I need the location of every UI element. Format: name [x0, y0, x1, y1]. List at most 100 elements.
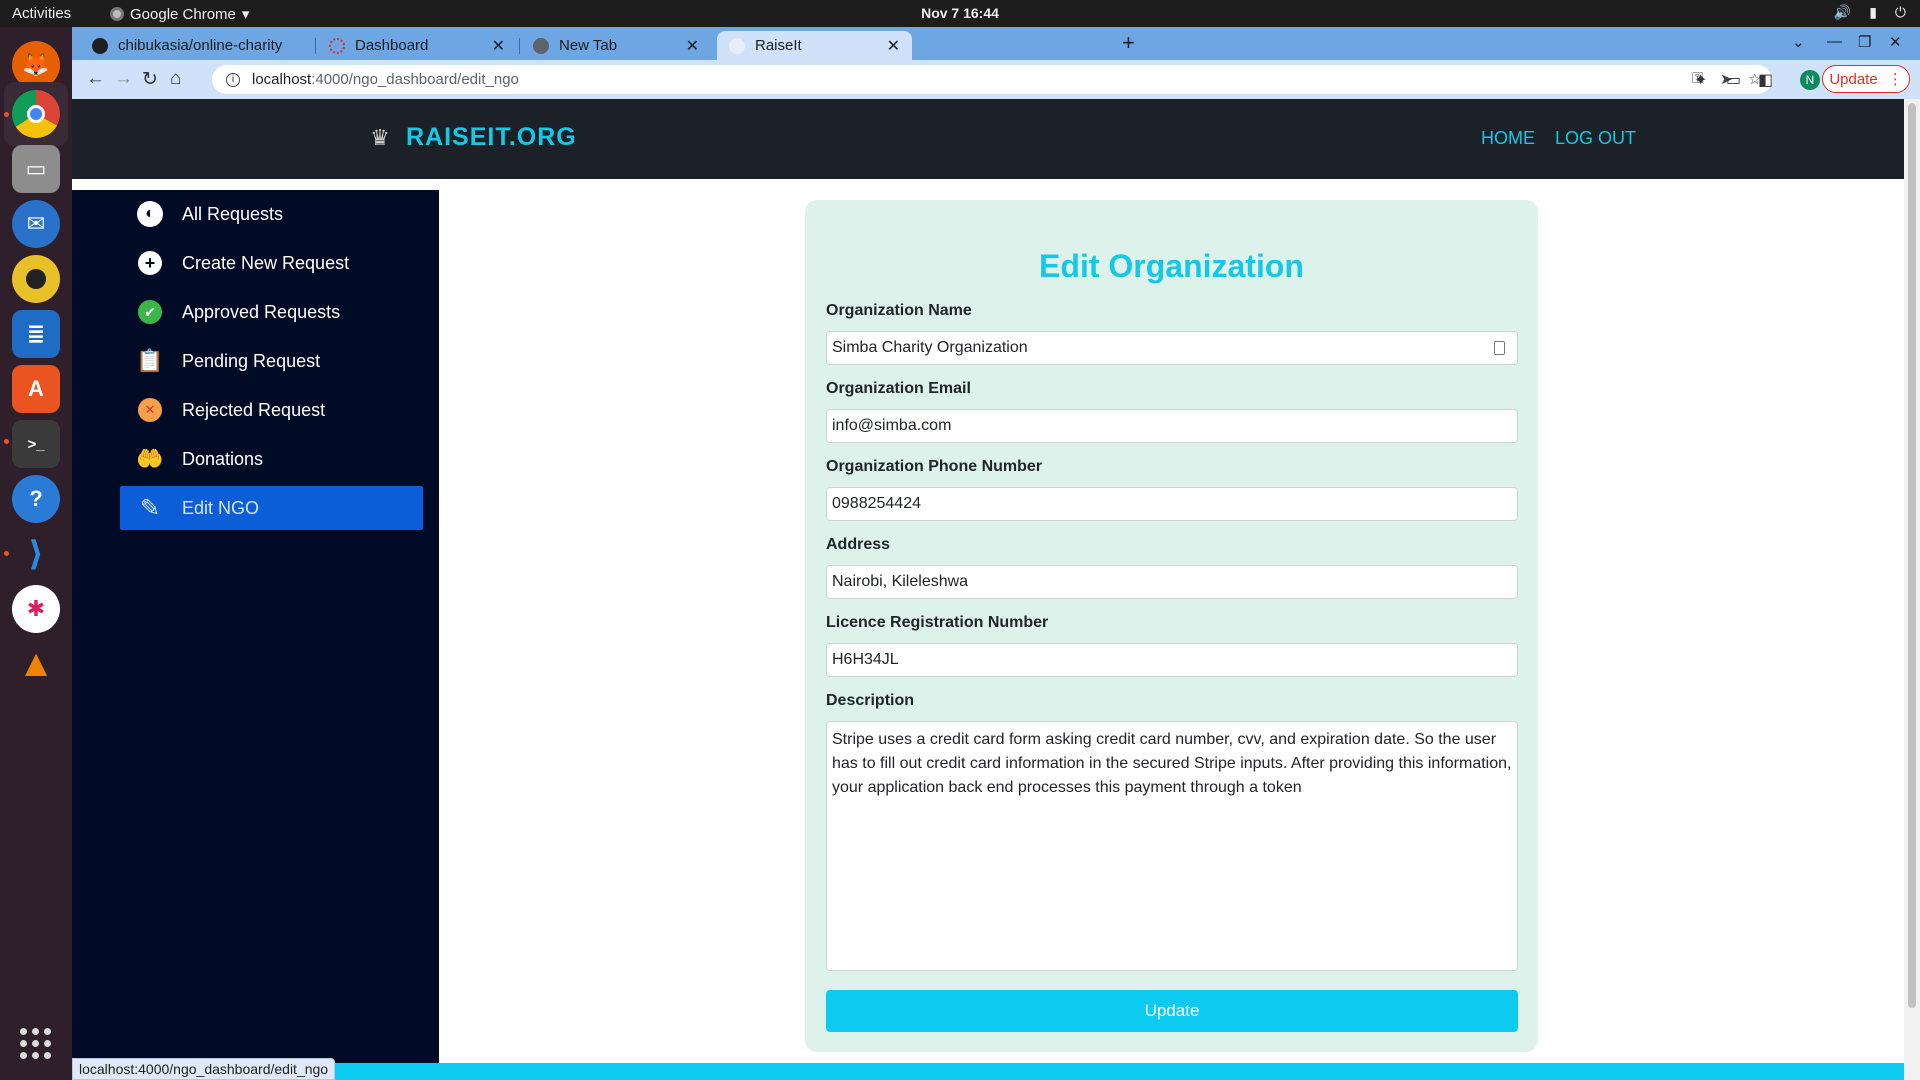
- sidebar-item-approved-requests[interactable]: ✔ Approved Requests: [120, 290, 423, 334]
- chrome-icon: [533, 37, 549, 54]
- nav-home-link[interactable]: HOME: [1481, 128, 1535, 149]
- sidebar-item-label: Pending Request: [182, 350, 321, 371]
- tab-github[interactable]: chibukasia/online-charity: [80, 31, 312, 60]
- more-menu-icon: ⋮: [1887, 71, 1903, 88]
- tab-search-icon[interactable]: ⌄: [1792, 33, 1805, 51]
- sidebar-item-create-new-request[interactable]: + Create New Request: [120, 241, 423, 285]
- chrome-update-button[interactable]: Update ⋮: [1822, 65, 1910, 93]
- new-tab-button[interactable]: +: [1122, 30, 1135, 56]
- sidebar-item-rejected-request[interactable]: ✕ Rejected Request: [120, 388, 423, 432]
- update-label: Update: [1829, 70, 1878, 88]
- org-name-input[interactable]: Simba Charity Organization: [826, 331, 1518, 365]
- tab-strip: chibukasia/online-charity Dashboard ✕ Ne…: [72, 27, 1920, 60]
- cast-icon[interactable]: ▭: [1726, 70, 1741, 90]
- brand-logo-icon: ♛: [370, 124, 390, 150]
- profile-avatar[interactable]: N: [1800, 70, 1820, 90]
- show-applications-icon[interactable]: [20, 1028, 52, 1060]
- close-window-icon[interactable]: ✕: [1889, 33, 1902, 51]
- globe-icon: ◐: [136, 200, 164, 228]
- running-indicator: [4, 439, 9, 444]
- sidebar-item-all-requests[interactable]: ◐ All Requests: [120, 192, 423, 236]
- reload-icon[interactable]: ↻: [142, 68, 158, 91]
- org-name-value: Simba Charity Organization: [832, 339, 1028, 356]
- help-icon[interactable]: ?: [12, 475, 60, 523]
- close-tab-icon[interactable]: ✕: [492, 36, 505, 56]
- sidebar-item-edit-ngo[interactable]: ✎ Edit NGO: [120, 486, 423, 530]
- nav-logout-link[interactable]: LOG OUT: [1555, 128, 1636, 149]
- sidebar-item-pending-request[interactable]: 📋 Pending Request: [120, 339, 423, 383]
- sidebar-item-label: Approved Requests: [182, 301, 341, 322]
- site-info-icon[interactable]: i: [226, 72, 240, 87]
- tab-label: Dashboard: [355, 37, 429, 54]
- clipboard-clock-icon: 📋: [136, 348, 164, 373]
- files-icon[interactable]: ▭: [12, 145, 60, 193]
- address-value: Nairobi, Kileleshwa: [832, 573, 969, 590]
- page-icon: [729, 37, 745, 54]
- sidebar-item-label: Rejected Request: [182, 399, 326, 420]
- form-title: Edit Organization: [1039, 248, 1304, 284]
- update-button[interactable]: Update: [826, 990, 1518, 1032]
- thunderbird-icon[interactable]: ✉: [12, 200, 60, 248]
- home-icon[interactable]: ⌂: [170, 68, 181, 90]
- side-panel-icon[interactable]: ◧: [1758, 70, 1773, 90]
- check-badge-icon: ✔: [136, 298, 164, 326]
- org-phone-input[interactable]: 0988254424: [826, 487, 1518, 521]
- minimize-icon[interactable]: —: [1827, 33, 1842, 50]
- tab-raiseit[interactable]: RaiseIt ✕: [717, 31, 912, 60]
- edit-organization-form: Edit Organization Organization Name Simb…: [805, 200, 1538, 1052]
- org-phone-value: 0988254424: [832, 495, 921, 512]
- vlc-icon[interactable]: ▲: [12, 640, 60, 688]
- tab-dashboard[interactable]: Dashboard ✕: [317, 31, 517, 60]
- x-circle-icon: ✕: [136, 396, 164, 424]
- rhythmbox-icon[interactable]: [12, 255, 60, 303]
- close-tab-icon[interactable]: ✕: [887, 36, 900, 56]
- org-phone-label: Organization Phone Number: [826, 458, 1043, 475]
- tab-new-tab[interactable]: New Tab ✕: [521, 31, 711, 60]
- forward-icon[interactable]: →: [114, 68, 133, 90]
- vscode-icon[interactable]: ⟩: [12, 530, 60, 578]
- sidebar-item-donations[interactable]: 🤲 Donations: [120, 437, 423, 481]
- extensions-icon[interactable]: ✦: [1694, 70, 1707, 90]
- description-textarea[interactable]: Stripe uses a credit card form asking cr…: [826, 721, 1518, 971]
- software-icon[interactable]: A: [12, 365, 60, 413]
- system-tray[interactable]: 🔊 ▮ ⏻: [1834, 4, 1906, 21]
- sidebar-item-label: All Requests: [182, 203, 284, 224]
- footer-strip: [72, 1063, 1904, 1080]
- sidebar: ◐ All Requests + Create New Request ✔ Ap…: [72, 190, 439, 1080]
- org-email-input[interactable]: info@simba.com: [826, 409, 1518, 443]
- close-tab-icon[interactable]: ✕: [686, 36, 699, 56]
- power-icon: ⏻: [1894, 4, 1906, 20]
- tab-label: chibukasia/online-charity: [118, 37, 283, 54]
- running-indicator: [4, 551, 9, 556]
- clock[interactable]: Nov 7 16:44: [0, 5, 1920, 21]
- writer-icon[interactable]: ≣: [12, 310, 60, 358]
- brand-name: RAISEIT.ORG: [406, 123, 577, 151]
- back-icon[interactable]: ←: [86, 68, 105, 90]
- site-nav: HOME LOG OUT: [1481, 128, 1636, 149]
- brand[interactable]: ♛ RAISEIT.ORG: [368, 123, 577, 152]
- edit-icon: ✎: [139, 494, 161, 522]
- hands-icon: 🤲: [136, 446, 164, 471]
- licence-input[interactable]: H6H34JL: [826, 643, 1518, 677]
- org-email-value: info@simba.com: [832, 417, 952, 434]
- dock: 🦊 ▭ ✉ ≣ A >_ ? ⟩ ✱ ▲: [0, 27, 72, 1080]
- plus-circle-icon: +: [136, 249, 164, 277]
- autofill-icon[interactable]: [1494, 341, 1505, 355]
- address-bar[interactable]: i localhost :4000/ngo_dashboard/edit_ngo…: [212, 65, 1772, 94]
- loading-icon: [329, 37, 345, 54]
- page-scrollbar[interactable]: [1904, 99, 1920, 1080]
- tab-label: New Tab: [559, 37, 618, 54]
- battery-icon: ▮: [1869, 4, 1877, 20]
- status-bubble: localhost:4000/ngo_dashboard/edit_ngo: [72, 1058, 336, 1080]
- address-input[interactable]: Nairobi, Kileleshwa: [826, 565, 1518, 599]
- tab-label: RaiseIt: [755, 37, 802, 54]
- restore-icon[interactable]: ❐: [1858, 33, 1871, 51]
- slack-icon[interactable]: ✱: [12, 585, 60, 633]
- sidebar-item-label: Edit NGO: [182, 497, 260, 518]
- terminal-icon[interactable]: >_: [12, 420, 60, 468]
- page-viewport: ♛ RAISEIT.ORG HOME LOG OUT ◐ All Request…: [72, 99, 1904, 1080]
- url-host: localhost: [252, 71, 312, 88]
- chrome-icon[interactable]: [12, 90, 60, 138]
- tab-separator: [315, 38, 316, 54]
- scrollbar-thumb[interactable]: [1908, 103, 1916, 1008]
